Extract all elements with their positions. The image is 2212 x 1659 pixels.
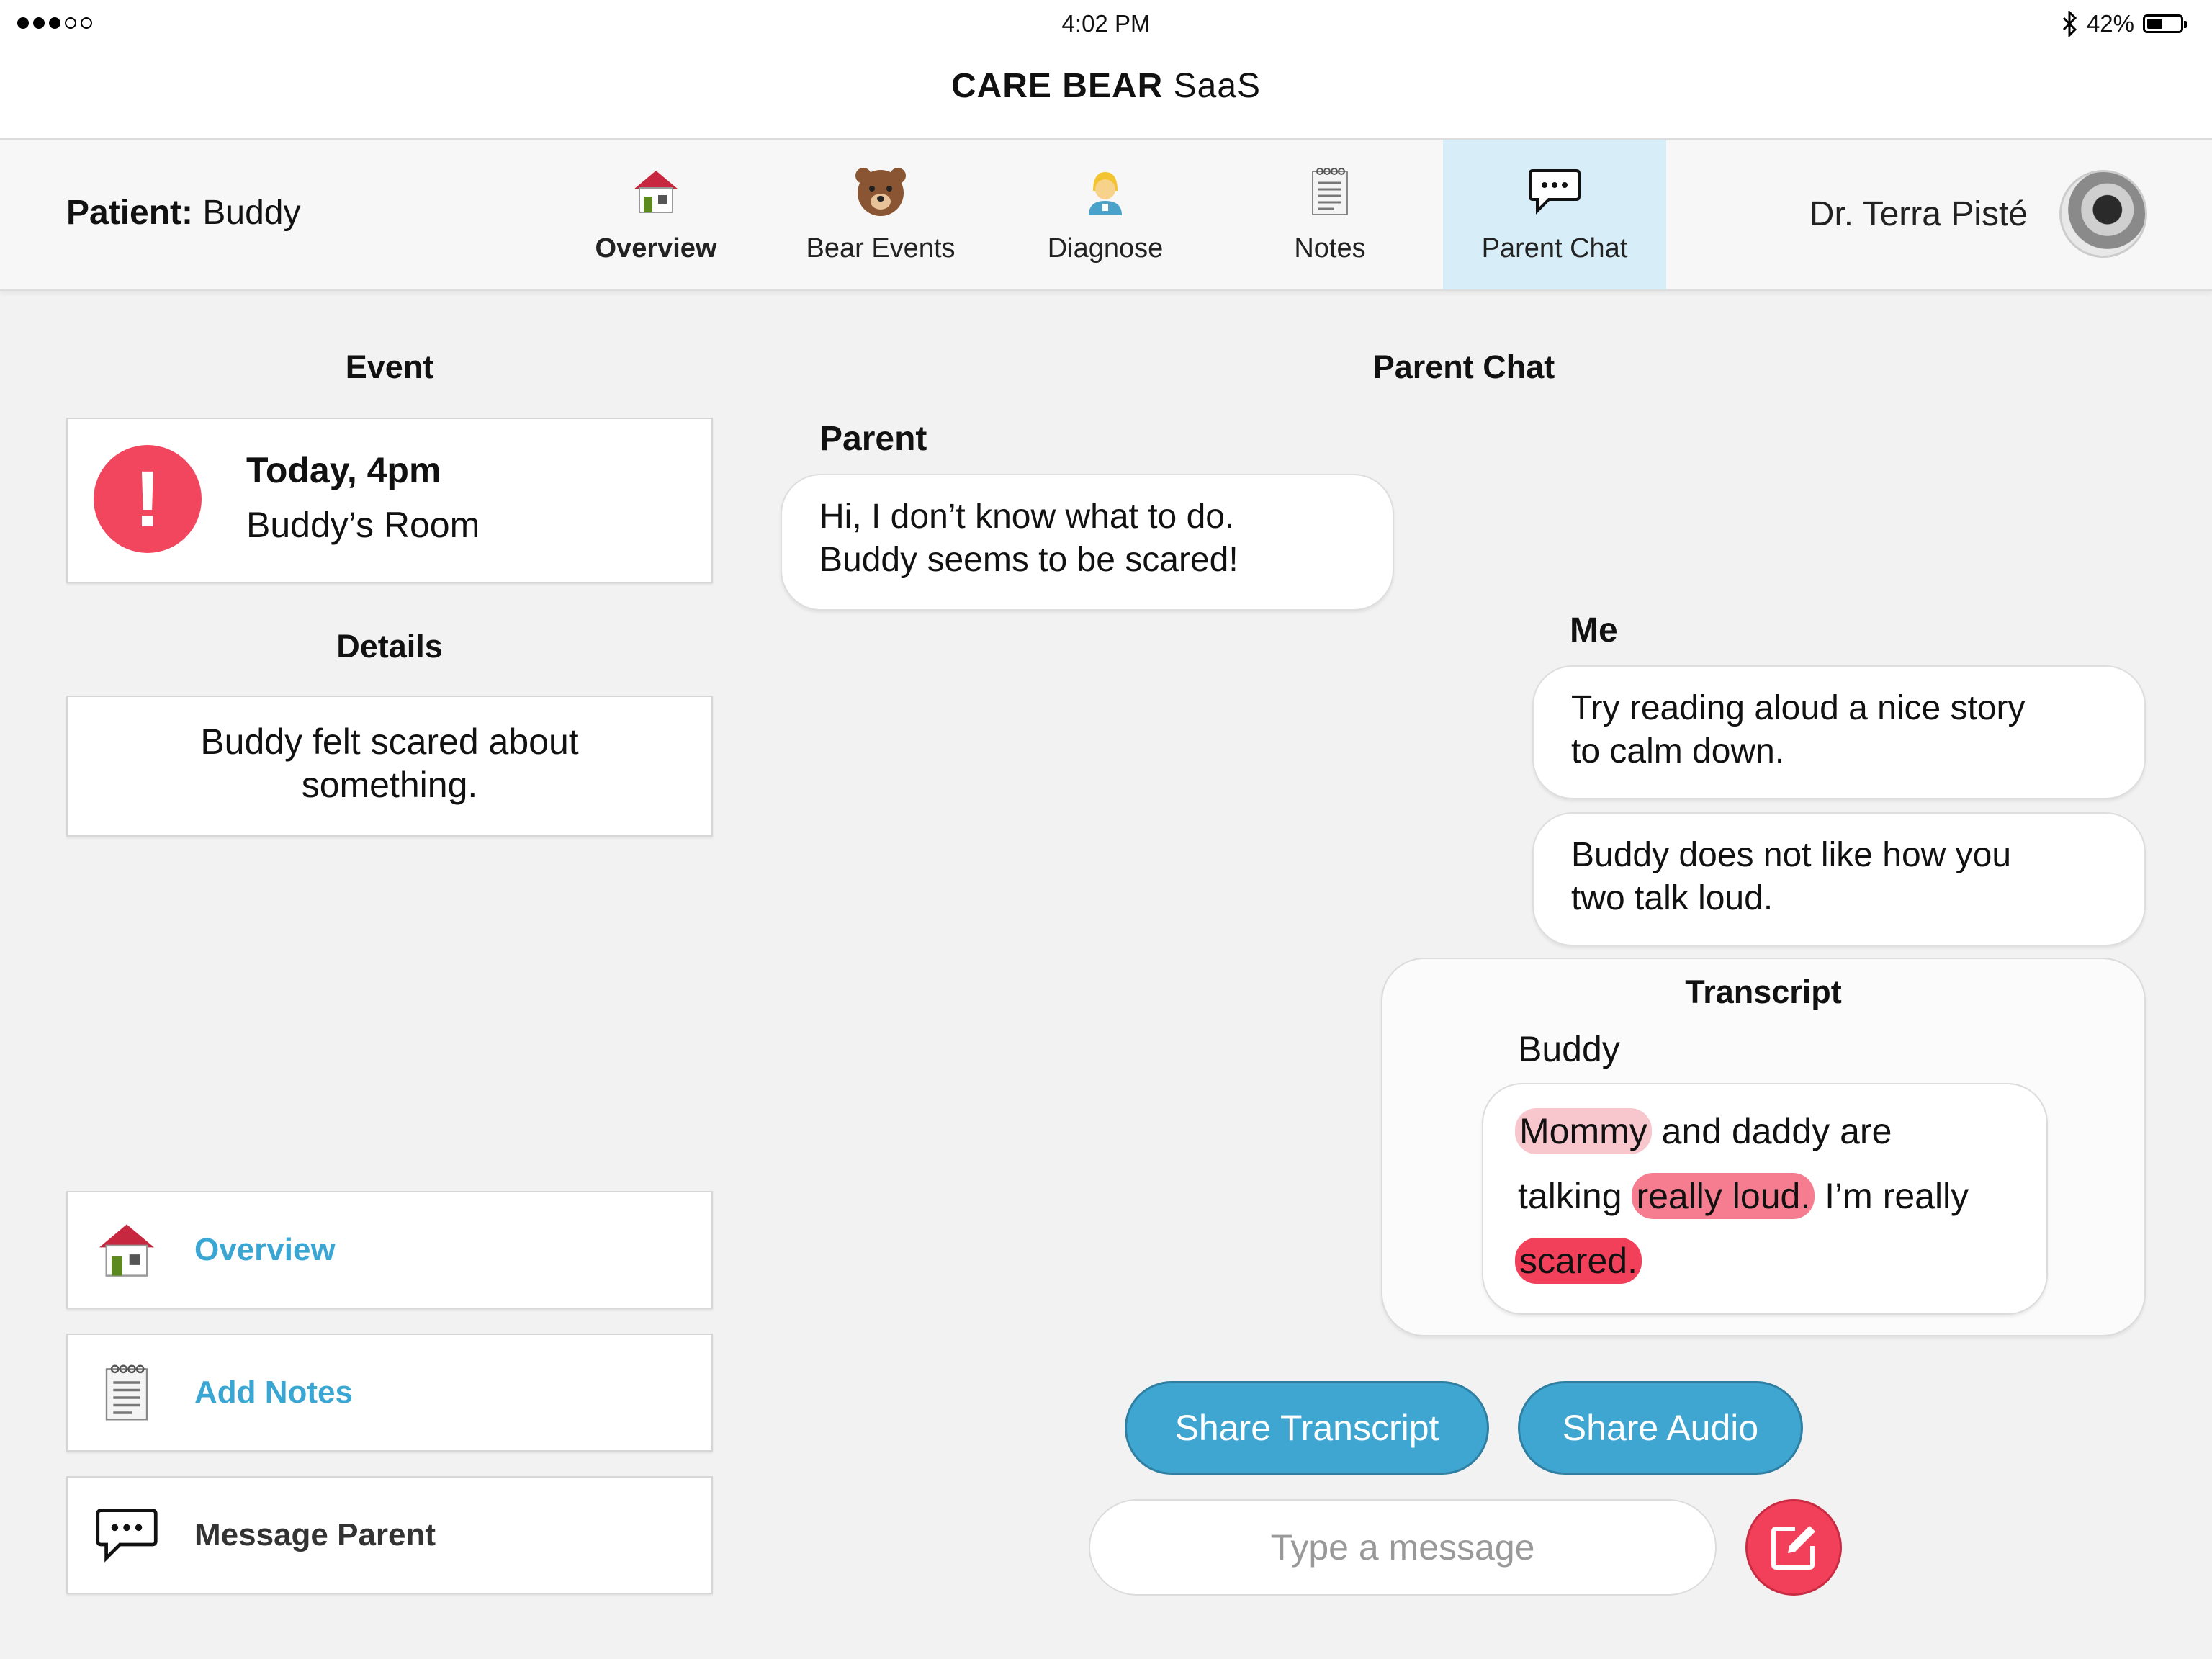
notepad-icon bbox=[92, 1358, 161, 1427]
transcript-line: scared. bbox=[1515, 1238, 1642, 1284]
highlight-medium: really loud. bbox=[1632, 1173, 1815, 1219]
tab-label: Bear Events bbox=[806, 233, 956, 264]
transcript-speaker: Buddy bbox=[1518, 1029, 1620, 1069]
message-parent-action-label: Message Parent bbox=[194, 1517, 436, 1552]
message-input[interactable] bbox=[1089, 1499, 1717, 1596]
status-right: 42% bbox=[2062, 10, 2187, 37]
tab-label: Overview bbox=[595, 233, 717, 264]
details-heading: Details bbox=[336, 628, 443, 665]
bluetooth-icon bbox=[2062, 11, 2077, 37]
house-icon bbox=[629, 164, 683, 219]
me-sender-label: Me bbox=[1570, 611, 1618, 649]
add-notes-action-label: Add Notes bbox=[194, 1375, 353, 1410]
highlight-low: Mommy bbox=[1515, 1108, 1652, 1154]
bear-icon bbox=[853, 164, 908, 219]
event-time: Today, 4pm bbox=[246, 450, 441, 490]
event-heading: Event bbox=[345, 349, 434, 385]
event-place: Buddy’s Room bbox=[246, 505, 480, 545]
avatar[interactable] bbox=[2059, 170, 2147, 258]
message-parent-action[interactable]: Message Parent bbox=[66, 1476, 713, 1594]
share-audio-button[interactable]: Share Audio bbox=[1518, 1381, 1803, 1475]
tab-label: Notes bbox=[1294, 233, 1366, 264]
doctor-name: Dr. Terra Pisté bbox=[1809, 195, 2028, 233]
transcript-line: Mommy and daddy are bbox=[1515, 1108, 1892, 1154]
app-title: CARE BEAR SaaS bbox=[950, 67, 1262, 105]
transcript-heading: Transcript bbox=[1685, 974, 1842, 1010]
nurse-icon bbox=[1078, 164, 1133, 219]
tab-bear-events[interactable]: Bear Events bbox=[769, 140, 992, 289]
me-message-bubble: Try reading aloud a nice story to calm d… bbox=[1532, 665, 2146, 799]
battery-icon bbox=[2143, 14, 2187, 33]
details-text: Buddy felt scared about something. bbox=[200, 721, 579, 805]
tab-overview[interactable]: Overview bbox=[544, 140, 768, 289]
chat-heading: Parent Chat bbox=[1372, 349, 1555, 385]
transcript-line: talking really loud. I’m really bbox=[1518, 1173, 1969, 1219]
me-message-bubble: Buddy does not like how you two talk lou… bbox=[1532, 812, 2146, 946]
battery-percent: 42% bbox=[2086, 10, 2134, 37]
compose-icon bbox=[1771, 1526, 1815, 1570]
add-notes-action[interactable]: Add Notes bbox=[66, 1334, 713, 1452]
chat-bubble-icon bbox=[92, 1501, 161, 1570]
alert-icon: ! bbox=[94, 445, 202, 553]
notepad-icon bbox=[1303, 164, 1357, 219]
tab-parent-chat[interactable]: Parent Chat bbox=[1443, 140, 1666, 289]
share-transcript-button[interactable]: Share Transcript bbox=[1125, 1381, 1489, 1475]
house-icon bbox=[92, 1215, 161, 1285]
tab-label: Diagnose bbox=[1047, 233, 1164, 264]
overview-action[interactable]: Overview bbox=[66, 1191, 713, 1309]
tab-label: Parent Chat bbox=[1481, 233, 1628, 264]
parent-sender-label: Parent bbox=[819, 420, 927, 458]
parent-message-bubble: Hi, I don’t know what to do. Buddy seems… bbox=[781, 474, 1394, 611]
patient-name: Buddy bbox=[202, 194, 301, 232]
tab-diagnose[interactable]: Diagnose bbox=[994, 140, 1217, 289]
patient-label: Patient: Buddy bbox=[66, 194, 301, 232]
status-time: 4:02 PM bbox=[1061, 10, 1151, 37]
compose-button[interactable] bbox=[1745, 1499, 1842, 1596]
overview-action-label: Overview bbox=[194, 1232, 336, 1267]
highlight-high: scared. bbox=[1515, 1238, 1642, 1284]
chat-bubble-icon bbox=[1527, 164, 1582, 219]
tab-notes[interactable]: Notes bbox=[1218, 140, 1442, 289]
